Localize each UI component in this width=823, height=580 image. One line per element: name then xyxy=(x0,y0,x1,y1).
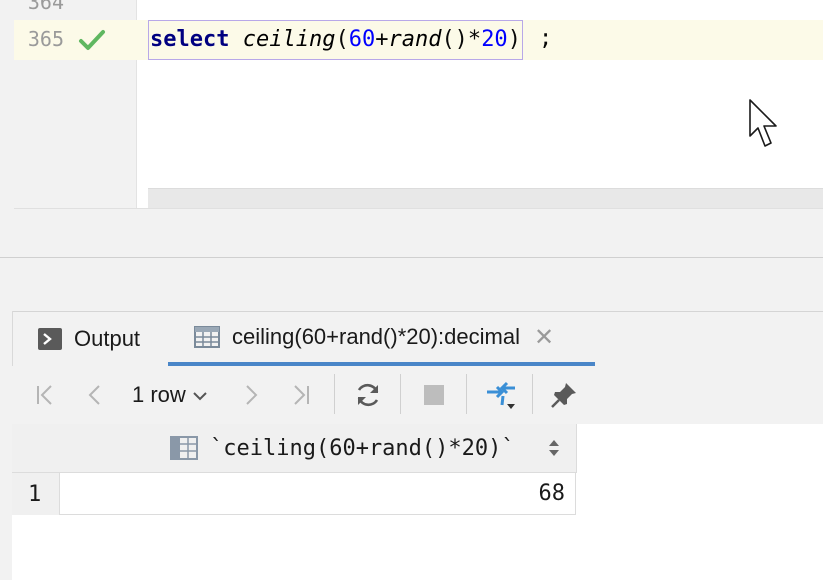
editor-bottom-area xyxy=(14,208,823,258)
tab-output-label: Output xyxy=(74,326,141,351)
column-icon xyxy=(170,436,198,460)
editor-horizontal-scrollbar[interactable] xyxy=(148,188,823,209)
results-grid[interactable]: `ceiling(60+rand()*20)` 1 68 xyxy=(12,424,823,580)
tab-output[interactable]: Output xyxy=(38,312,140,366)
sql-paren-mul: ()* xyxy=(441,27,482,52)
first-page-icon[interactable] xyxy=(30,380,60,410)
toolbar-separator xyxy=(334,374,335,414)
sort-icon[interactable] xyxy=(548,438,560,464)
prev-page-icon[interactable] xyxy=(80,380,110,410)
chevron-down-icon xyxy=(192,382,208,408)
panel-splitter[interactable] xyxy=(0,257,823,311)
sql-keyword-select: select xyxy=(150,27,230,52)
row-count-label: 1 row xyxy=(132,382,186,407)
last-page-icon[interactable] xyxy=(286,380,316,410)
results-toolbar: 1 row xyxy=(12,366,823,425)
sql-plus: + xyxy=(375,27,389,52)
stop-icon[interactable] xyxy=(420,380,448,410)
check-icon xyxy=(78,28,106,52)
pin-icon[interactable] xyxy=(548,380,580,410)
toolbar-separator xyxy=(532,374,533,414)
tab-query-result[interactable]: ceiling(60+rand()*20):decimal ✕ xyxy=(168,312,595,366)
row-count-dropdown[interactable]: 1 row xyxy=(132,380,208,410)
sql-paren-open: ( xyxy=(335,27,349,52)
refresh-icon[interactable] xyxy=(352,380,384,410)
sql-number-60: 60 xyxy=(348,27,376,52)
tab-query-result-label: ceiling(60+rand()*20):decimal xyxy=(232,324,520,349)
toolbar-separator xyxy=(466,374,467,414)
toolbar-separator xyxy=(400,374,401,414)
terminal-icon xyxy=(38,328,62,350)
table-icon xyxy=(194,326,220,348)
next-page-icon[interactable] xyxy=(236,380,266,410)
close-icon[interactable]: ✕ xyxy=(534,323,554,352)
line-number-current: 365 xyxy=(27,27,64,51)
results-tab-bar: Output ceiling(60+rand()*20):decimal ✕ xyxy=(0,311,823,367)
sql-fn-ceiling: ceiling xyxy=(242,27,336,52)
line-number-prev: 364 xyxy=(27,0,64,14)
table-cell[interactable]: 68 xyxy=(60,473,576,515)
column-header[interactable]: `ceiling(60+rand()*20)` xyxy=(60,424,577,473)
editor-left-strip xyxy=(0,0,15,258)
sql-semicolon: ; xyxy=(539,26,553,51)
grid-corner[interactable] xyxy=(12,424,61,473)
row-number[interactable]: 1 xyxy=(12,473,60,515)
sql-statement[interactable]: select ceiling(60+rand()*20) xyxy=(148,20,523,60)
compare-arrows-icon[interactable] xyxy=(484,380,520,410)
column-header-label: `ceiling(60+rand()*20)` xyxy=(210,435,515,461)
mouse-pointer-icon xyxy=(748,98,782,156)
sql-fn-rand: rand xyxy=(388,27,442,52)
sql-paren-close: ) xyxy=(507,27,521,52)
sql-number-20: 20 xyxy=(481,27,508,52)
